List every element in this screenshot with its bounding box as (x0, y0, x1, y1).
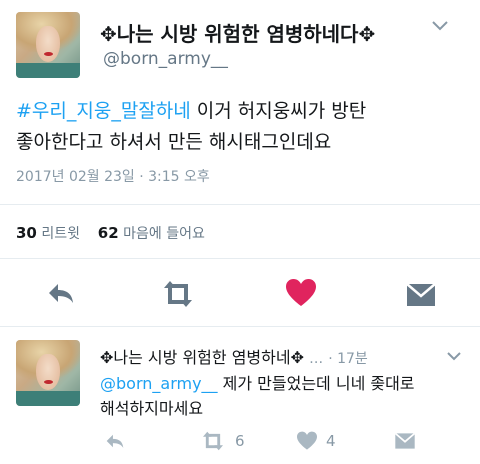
main-tweet-text: #우리_지웅_말잘하네 이거 허지웅씨가 방탄 좋아한다고 하셔서 만든 해시태… (16, 96, 466, 158)
divider (0, 326, 480, 327)
likes-label: 마음에 들어요 (123, 226, 205, 242)
likes-stat[interactable]: 62 마음에 들어요 (97, 224, 205, 242)
reply-display-name[interactable]: ✥나는 시방 위험한 염병하네✥ (100, 348, 304, 367)
reply-avatar[interactable] (16, 340, 80, 406)
tweet-text-line2: 좋아한다고 하셔서 만든 해시태그인데요 (16, 131, 332, 153)
main-display-name[interactable]: ✥나는 시방 위험한 염병하네다✥ (100, 18, 375, 47)
main-handle[interactable]: @born_army__ (103, 49, 228, 69)
reply-like-count: 4 (326, 432, 336, 450)
tweet-timestamp[interactable]: 2017년 02월 23일 · 3:15 오후 (16, 166, 210, 186)
retweets-stat[interactable]: 30 리트윗 (16, 224, 80, 242)
tweet-text-line1: 이거 허지웅씨가 방탄 (190, 100, 367, 122)
chevron-down-icon[interactable] (430, 18, 450, 37)
reply-time[interactable]: · 17분 (328, 351, 368, 367)
likes-count: 62 (97, 224, 119, 242)
retweets-label: 리트윗 (41, 226, 80, 242)
reply-text-line1: 제가 만들었는데 니네 좆대로 (217, 374, 415, 393)
heart-icon[interactable] (296, 431, 318, 455)
reply-tweet-text: @born_army__ 제가 만들었는데 니네 좆대로 해석하지마세요 (100, 371, 470, 421)
retweet-icon[interactable] (160, 280, 196, 312)
direct-message-icon[interactable] (406, 282, 436, 312)
reply-icon[interactable] (104, 432, 126, 454)
reply-header: ✥나는 시방 위험한 염병하네✥ … · 17분 (100, 344, 440, 368)
reply-text-line2: 해석하지마세요 (100, 399, 204, 418)
reply-ellipsis: … (309, 351, 324, 367)
hashtag-link[interactable]: #우리_지웅_말잘하네 (16, 100, 191, 122)
retweets-count: 30 (16, 224, 37, 242)
engagement-stats: 30 리트윗 62 마음에 들어요 (16, 223, 205, 243)
direct-message-icon[interactable] (394, 432, 416, 454)
divider (0, 204, 480, 205)
heart-icon[interactable] (285, 278, 317, 312)
reply-icon[interactable] (46, 280, 76, 310)
mention-link[interactable]: @born_army__ (100, 374, 218, 393)
main-avatar[interactable] (16, 12, 80, 78)
reply-retweet-count: 6 (235, 432, 245, 450)
chevron-down-icon[interactable] (446, 347, 462, 366)
retweet-icon[interactable] (200, 431, 226, 455)
divider (0, 258, 480, 259)
